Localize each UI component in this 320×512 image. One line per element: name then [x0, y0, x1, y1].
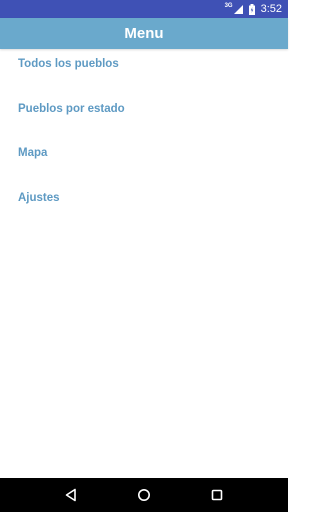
recents-icon [212, 489, 223, 501]
menu-item-ajustes[interactable]: Ajustes [0, 183, 288, 228]
network-type-label: 3G [224, 3, 233, 9]
page-title: Menu [124, 25, 164, 42]
menu-item-mapa[interactable]: Mapa [0, 138, 288, 183]
home-icon [137, 489, 150, 501]
navigation-bar [0, 478, 288, 512]
signal-icon [233, 4, 243, 14]
signal-indicator: 3G [224, 3, 243, 14]
status-time: 3:52 [260, 3, 282, 15]
battery-icon [248, 3, 255, 15]
status-bar: 3G 3:52 [0, 0, 288, 18]
menu-item-pueblos-por-estado[interactable]: Pueblos por estado [0, 94, 288, 139]
menu-list: Todos los pueblos Pueblos por estado Map… [0, 49, 288, 227]
app-bar: Menu [0, 18, 288, 49]
recents-button[interactable] [205, 483, 229, 507]
home-button[interactable] [132, 483, 156, 507]
menu-item-todos-los-pueblos[interactable]: Todos los pueblos [0, 49, 288, 94]
back-button[interactable] [59, 483, 83, 507]
back-icon [65, 488, 76, 502]
